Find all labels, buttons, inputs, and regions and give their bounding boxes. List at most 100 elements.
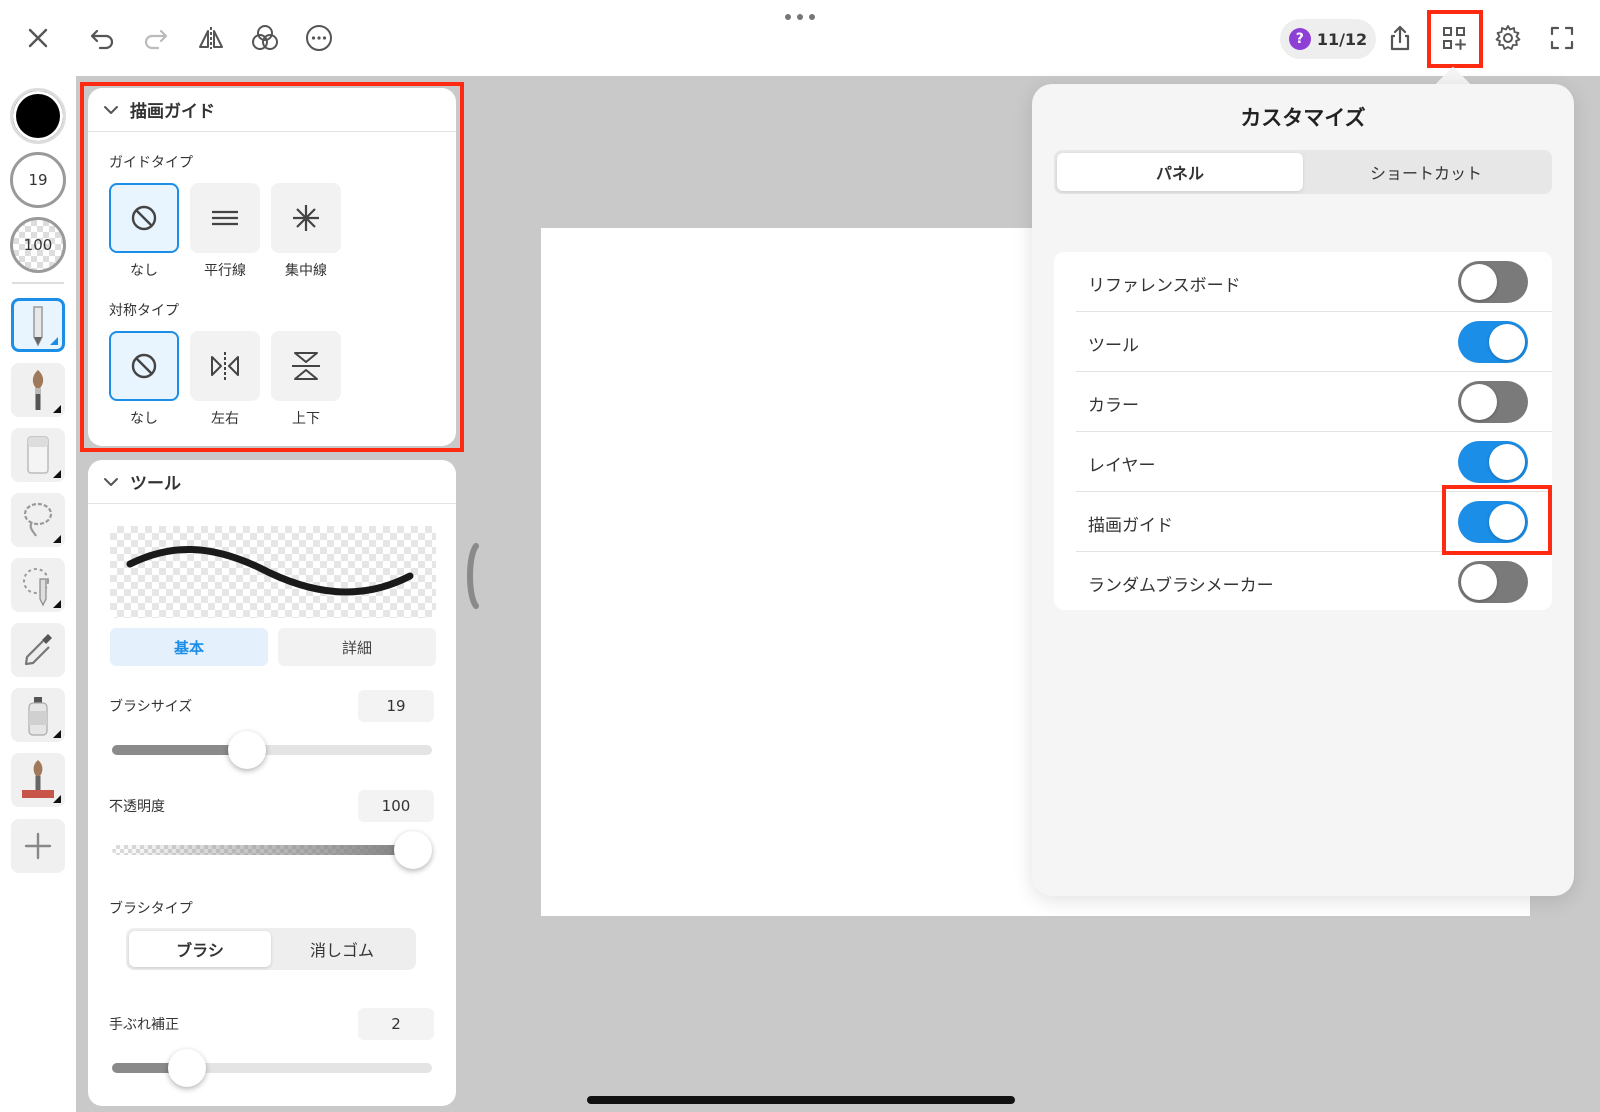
tutorial-counter[interactable]: ? 11/12 (1280, 19, 1376, 59)
tab-detail[interactable]: 詳細 (278, 628, 436, 666)
symmetry-horizontal-option[interactable] (190, 331, 260, 401)
tab-panel[interactable]: パネル (1057, 153, 1303, 191)
settings-icon[interactable] (1486, 16, 1530, 60)
strip-divider (12, 282, 64, 284)
brush-tool[interactable] (11, 363, 65, 417)
tool-options-corner (53, 795, 61, 803)
eyedropper-tool[interactable] (11, 623, 65, 677)
guide-parallel-label: 平行線 (204, 263, 246, 279)
paint-brush-icon (32, 370, 44, 410)
reference-board-toggle[interactable] (1458, 261, 1528, 303)
color-toggle[interactable] (1458, 381, 1528, 423)
spray-can-icon (28, 697, 48, 736)
spray-tool[interactable] (11, 688, 65, 742)
popover-title: カスタマイズ (1240, 106, 1366, 130)
pencil-tool[interactable] (11, 298, 65, 352)
brush-size-indicator[interactable]: 19 (10, 152, 66, 208)
layer-toggle[interactable] (1458, 441, 1528, 483)
opacity-slider[interactable] (112, 831, 432, 869)
close-icon[interactable] (16, 16, 60, 60)
stabilizer-value[interactable]: 2 (358, 1008, 434, 1040)
toggle-row-layer: レイヤー (1076, 432, 1552, 492)
drawing-guide-header[interactable]: 描画ガイド (88, 88, 456, 132)
random-brush-maker-toggle[interactable] (1458, 561, 1528, 603)
customize-tabs: パネル ショートカット (1054, 150, 1552, 194)
stabilizer-slider[interactable] (112, 1049, 432, 1087)
opacity-indicator[interactable]: 100 (10, 217, 66, 273)
chevron-down-icon (104, 105, 118, 114)
guide-type-label: ガイドタイプ (109, 155, 193, 171)
stabilizer-label: 手ぶれ補正 (109, 1017, 179, 1033)
symmetry-type-label: 対称タイプ (109, 303, 179, 319)
slider-fill (112, 745, 247, 755)
toggle-label: カラー (1088, 396, 1139, 416)
brush-type-brush[interactable]: ブラシ (129, 931, 271, 967)
brush-size-slider[interactable] (112, 731, 432, 769)
guide-none-label: なし (130, 263, 158, 279)
guide-parallel-option[interactable] (190, 183, 260, 253)
custom-brush-tool[interactable] (11, 753, 65, 807)
guide-radial-option[interactable] (271, 183, 341, 253)
symmetry-vertical-option[interactable] (271, 331, 341, 401)
none-icon (131, 205, 157, 231)
home-indicator (587, 1096, 1015, 1104)
current-color-swatch[interactable] (10, 88, 66, 144)
selection-pen-tool[interactable] (11, 558, 65, 612)
toggle-row-random-brush-maker: ランダムブラシメーカー (1076, 552, 1552, 612)
toggle-row-reference-board: リファレンスボード (1076, 252, 1552, 312)
mirror-horizontal-icon (211, 352, 239, 380)
custom-brush-icon (22, 760, 54, 798)
symmetry-none-option[interactable] (109, 331, 179, 401)
customize-panel-icon[interactable] (1432, 16, 1476, 60)
toggle-knob (1489, 444, 1525, 480)
drawing-guide-toggle[interactable] (1458, 501, 1528, 543)
tab-shortcut[interactable]: ショートカット (1303, 153, 1549, 191)
panel-collapse-handle[interactable] (464, 542, 480, 610)
tool-toggle[interactable] (1458, 321, 1528, 363)
panel-title: ツール (130, 474, 181, 494)
slider-knob[interactable] (227, 731, 266, 769)
window-grip[interactable] (785, 12, 815, 22)
tool-options-corner (53, 470, 61, 478)
more-icon[interactable] (297, 16, 341, 60)
symmetry-horizontal-label: 左右 (211, 411, 239, 427)
color-blend-icon[interactable] (243, 16, 287, 60)
toggle-label: 描画ガイド (1088, 516, 1173, 536)
slider-knob[interactable] (394, 831, 432, 869)
guide-none-option[interactable] (109, 183, 179, 253)
tool-panel-header[interactable]: ツール (88, 460, 456, 504)
brush-stroke-preview (110, 526, 436, 618)
share-icon[interactable] (1378, 16, 1422, 60)
tool-options-corner (53, 535, 61, 543)
toggle-knob (1461, 564, 1497, 600)
lasso-tool[interactable] (11, 493, 65, 547)
toggle-row-color: カラー (1076, 372, 1552, 432)
guide-radial-label: 集中線 (285, 263, 327, 279)
slider-knob[interactable] (168, 1049, 207, 1087)
toggle-label: ツール (1088, 336, 1139, 356)
toggle-row-tool: ツール (1076, 312, 1552, 372)
radial-lines-icon (293, 205, 319, 231)
brush-size-value[interactable]: 19 (358, 690, 434, 722)
help-icon: ? (1288, 28, 1311, 50)
undo-icon[interactable] (80, 16, 124, 60)
redo-icon[interactable] (134, 16, 178, 60)
flip-horizontal-icon[interactable] (189, 16, 233, 60)
none-icon (131, 353, 157, 379)
eraser-tool[interactable] (11, 428, 65, 482)
panel-toggle-list: リファレンスボード ツール カラー レイヤー 描画ガイド ランダムブラシメーカー (1054, 252, 1552, 610)
toggle-row-drawing-guide: 描画ガイド (1076, 492, 1552, 552)
tab-basic[interactable]: 基本 (110, 628, 268, 666)
lasso-icon (23, 502, 53, 537)
brush-type-eraser[interactable]: 消しゴム (271, 931, 413, 967)
brush-size-label: ブラシサイズ (109, 699, 193, 715)
tool-options-corner (53, 405, 61, 413)
add-tool-button[interactable] (11, 819, 65, 873)
fullscreen-icon[interactable] (1540, 16, 1584, 60)
opacity-value[interactable]: 100 (358, 790, 434, 822)
mirror-vertical-icon (292, 352, 320, 380)
customize-popover: カスタマイズ パネル ショートカット リファレンスボード ツール カラー レイヤ… (1032, 84, 1574, 896)
symmetry-none-label: なし (130, 411, 158, 427)
tool-options-corner (50, 337, 58, 345)
toggle-knob (1461, 384, 1497, 420)
